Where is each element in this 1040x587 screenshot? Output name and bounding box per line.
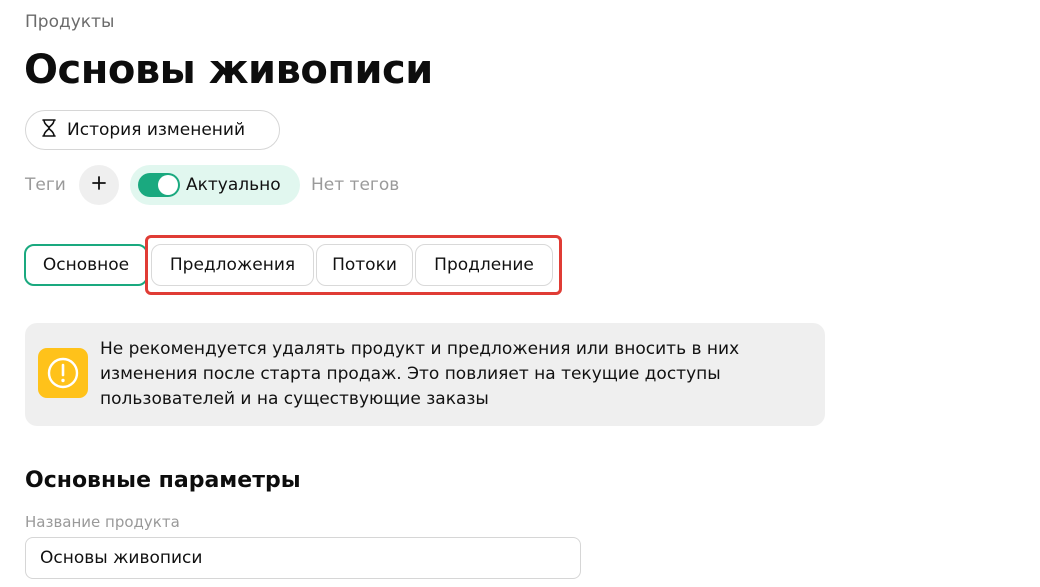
status-toggle[interactable] bbox=[138, 173, 180, 197]
history-button-label: История изменений bbox=[67, 120, 245, 140]
tab-offers[interactable]: Предложения bbox=[151, 244, 314, 286]
toggle-knob bbox=[158, 175, 178, 195]
plus-icon bbox=[91, 175, 107, 195]
tab-main[interactable]: Основное bbox=[24, 244, 148, 286]
hourglass-icon bbox=[41, 118, 57, 142]
tags-label: Теги bbox=[25, 175, 66, 195]
page-title: Основы живописи bbox=[24, 47, 433, 93]
status-label: Актуально bbox=[186, 175, 281, 195]
product-name-label: Название продукта bbox=[25, 513, 180, 531]
section-title: Основные параметры bbox=[25, 468, 301, 493]
status-toggle-pill[interactable]: Актуально bbox=[130, 165, 300, 205]
add-tag-button[interactable] bbox=[79, 165, 119, 205]
history-button[interactable]: История изменений bbox=[25, 110, 280, 150]
breadcrumb[interactable]: Продукты bbox=[25, 12, 114, 32]
no-tags-text: Нет тегов bbox=[311, 175, 400, 195]
warning-icon bbox=[38, 348, 88, 398]
tab-streams[interactable]: Потоки bbox=[316, 244, 413, 286]
tab-renewal[interactable]: Продление bbox=[415, 244, 553, 286]
warning-banner: Не рекомендуется удалять продукт и предл… bbox=[25, 323, 825, 426]
warning-text: Не рекомендуется удалять продукт и предл… bbox=[100, 339, 740, 409]
tags-row: Теги Актуально Нет тегов bbox=[25, 165, 625, 205]
product-name-input[interactable] bbox=[25, 537, 581, 579]
